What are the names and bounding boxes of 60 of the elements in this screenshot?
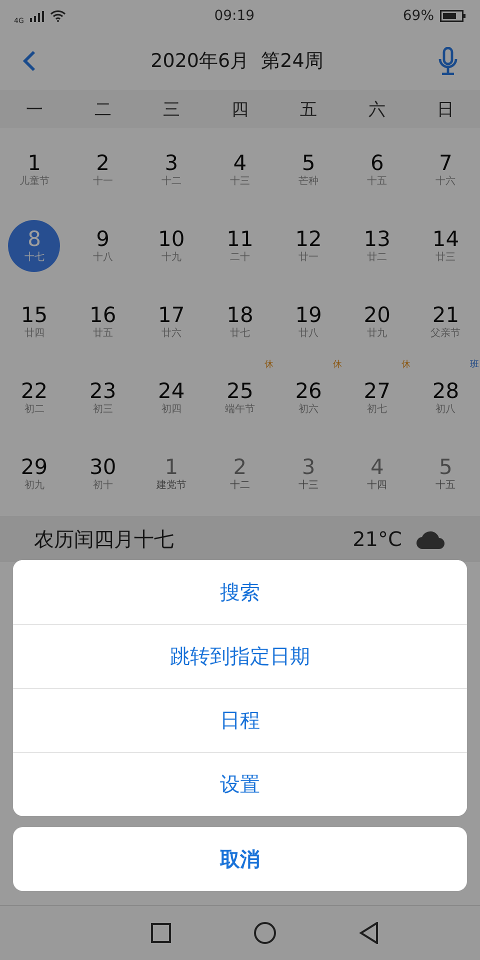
weekday-label: 三 <box>162 98 180 120</box>
day-cell[interactable]: 3 十二 <box>145 144 198 196</box>
day-cell[interactable]: 2 十一 <box>76 144 129 196</box>
holiday-label: 班 <box>470 360 479 371</box>
month-week-title: 2020年6月 第24周 <box>150 49 324 74</box>
day-cell[interactable]: 4 十四 <box>351 448 404 500</box>
day-cell[interactable]: 30 初十 <box>76 448 129 500</box>
day-cell[interactable]: 27 初七 <box>351 372 404 424</box>
day-cell[interactable]: 12 廿一 <box>282 220 335 272</box>
day-cell[interactable]: 13 廿二 <box>351 220 404 272</box>
temperature: 21°C <box>352 527 402 551</box>
battery-icon <box>440 10 466 22</box>
signal-icon <box>30 10 44 22</box>
day-cell[interactable]: 9 十八 <box>76 220 129 272</box>
day-cell[interactable]: 15 廿四 <box>8 296 60 348</box>
day-cell[interactable]: 24 初四 <box>145 372 198 424</box>
day-cell[interactable]: 1 儿童节 <box>8 144 60 196</box>
day-cell[interactable]: 18 廿七 <box>214 296 266 348</box>
day-cell[interactable]: 2 十二 <box>214 448 266 500</box>
back-icon[interactable] <box>22 50 36 72</box>
day-cell[interactable]: 19 廿八 <box>282 296 335 348</box>
day-cell[interactable]: 26 初六 <box>282 372 335 424</box>
weekday-label: 日 <box>437 98 454 120</box>
day-cell[interactable]: 10 十九 <box>145 220 198 272</box>
cloud-icon <box>416 529 446 549</box>
holiday-label: 休 <box>264 360 274 371</box>
day-cell[interactable]: 4 十三 <box>214 144 266 196</box>
day-cell[interactable]: 17 廿六 <box>145 296 198 348</box>
recent-apps-icon[interactable] <box>151 923 172 943</box>
weekday-label: 五 <box>300 98 318 120</box>
day-cell[interactable]: 7 十六 <box>420 144 472 196</box>
microphone-icon[interactable] <box>438 47 458 75</box>
day-cell[interactable]: 16 廿五 <box>76 296 129 348</box>
menu-option[interactable]: 设置 <box>13 752 467 816</box>
day-cell[interactable]: 21 父亲节 <box>420 296 472 348</box>
day-cell[interactable]: 6 十五 <box>351 144 404 196</box>
weekday-label: 六 <box>368 98 386 120</box>
day-cell[interactable]: 25 端午节 <box>214 372 266 424</box>
day-cell[interactable]: 14 廿三 <box>420 220 472 272</box>
weekday-label: 二 <box>94 98 112 120</box>
day-cell[interactable]: 28 初八 <box>420 372 472 424</box>
day-cell[interactable]: 29 初九 <box>8 448 60 500</box>
day-cell[interactable]: 1 建党节 <box>145 448 198 500</box>
day-cell[interactable]: 23 初三 <box>76 372 129 424</box>
clock-time: 09:19 <box>214 8 255 24</box>
day-cell[interactable]: 22 初二 <box>8 372 60 424</box>
home-icon[interactable] <box>254 922 276 944</box>
day-cell[interactable]: 5 十五 <box>420 448 472 500</box>
day-cell[interactable]: 11 二十 <box>214 220 266 272</box>
back-nav-icon[interactable] <box>358 922 379 944</box>
holiday-label: 休 <box>332 360 342 371</box>
wifi-icon <box>50 10 66 22</box>
day-cell[interactable]: 5 芒种 <box>282 144 335 196</box>
lunar-date: 农历闰四月十七 <box>34 526 174 552</box>
weekday-label: 四 <box>231 98 248 120</box>
day-cell[interactable]: 3 十三 <box>282 448 335 500</box>
weekday-label: 一 <box>26 98 43 120</box>
battery-percent: 69% <box>402 8 434 24</box>
holiday-label: 休 <box>401 360 410 371</box>
day-cell[interactable]: 20 廿九 <box>351 296 404 348</box>
